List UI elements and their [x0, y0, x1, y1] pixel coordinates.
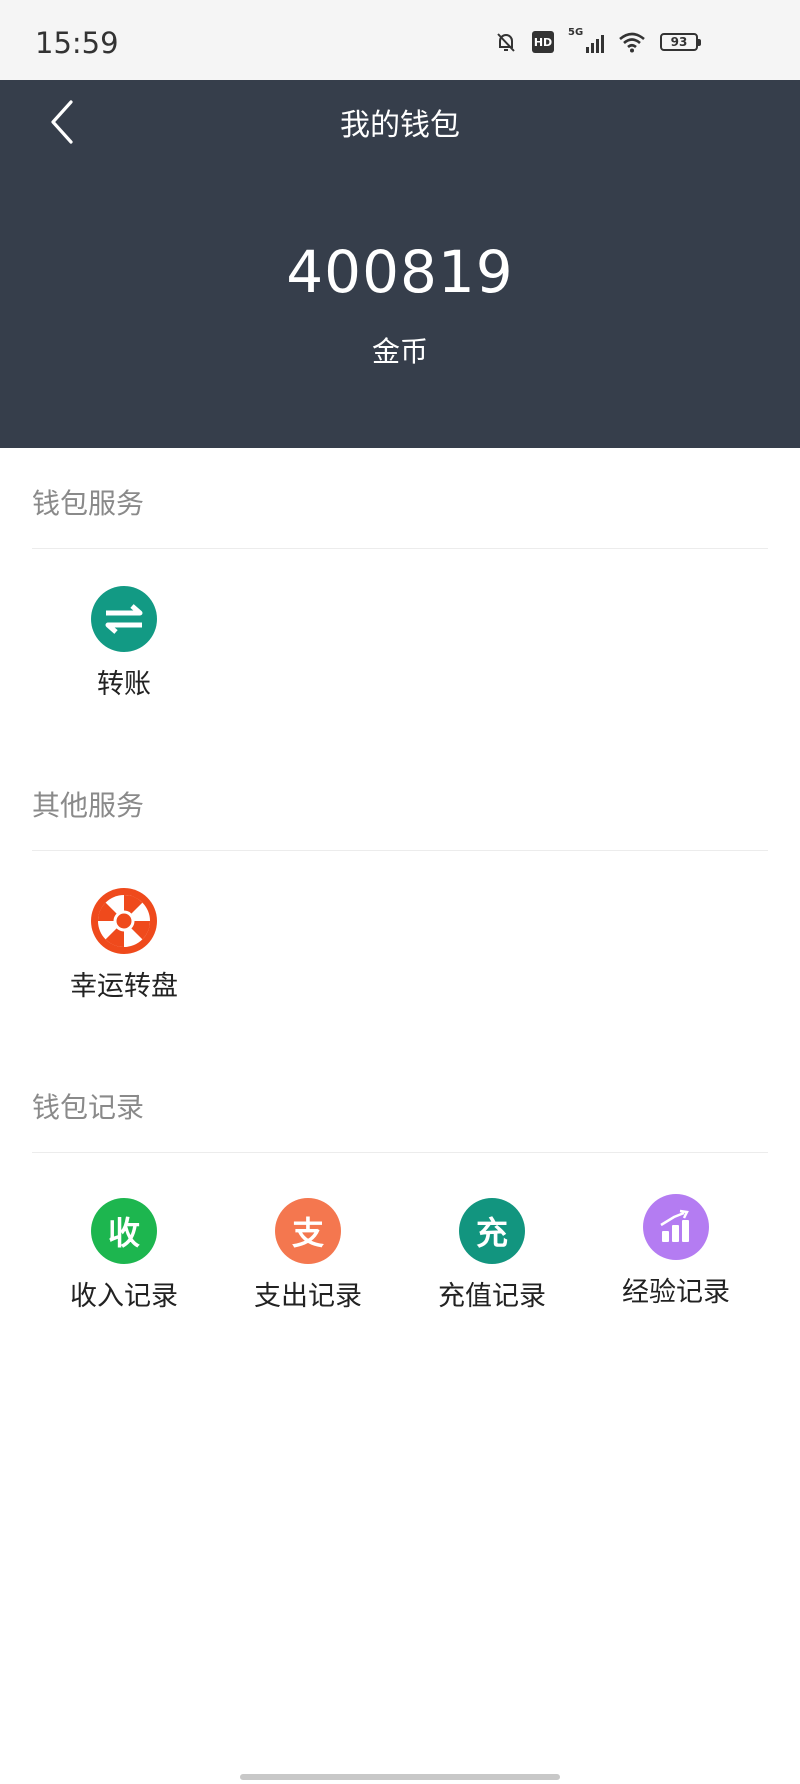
status-time: 15:59 — [35, 26, 119, 60]
divider — [32, 1152, 768, 1153]
wheel-icon — [91, 888, 157, 954]
signal-5g-icon: 5G — [568, 27, 604, 54]
expense-records-label: 支出记录 — [254, 1281, 362, 1312]
battery-level: 93 — [670, 35, 688, 49]
balance-unit: 金币 — [371, 335, 428, 368]
balance-value: 400819 — [286, 238, 514, 306]
home-indicator[interactable] — [240, 1774, 560, 1780]
section-title-wallet-services: 钱包服务 — [32, 487, 145, 520]
status-bar: 15:59 HD 5G 93 — [0, 0, 800, 80]
divider — [32, 548, 768, 549]
divider — [32, 850, 768, 851]
transfer-label: 转账 — [97, 669, 151, 700]
status-icons: HD 5G 93 — [494, 27, 701, 54]
income-records-label: 收入记录 — [70, 1281, 178, 1312]
recharge-records-label: 充值记录 — [438, 1281, 546, 1312]
bell-off-icon — [494, 30, 518, 54]
lucky-wheel-label: 幸运转盘 — [70, 971, 178, 1002]
hd-icon: HD — [532, 31, 554, 53]
battery-icon: 93 — [660, 33, 701, 51]
experience-chart-icon — [643, 1194, 709, 1260]
page-title: 我的钱包 — [340, 108, 460, 143]
expense-icon: 支 — [275, 1198, 341, 1264]
experience-records-label: 经验记录 — [622, 1277, 730, 1308]
wallet-header: 我的钱包 400819 金币 — [0, 80, 800, 448]
lucky-wheel-button[interactable]: 幸运转盘 — [32, 888, 216, 1003]
income-records-button[interactable]: 收 收入记录 — [32, 1198, 216, 1313]
income-icon: 收 — [91, 1198, 157, 1264]
section-title-wallet-records: 钱包记录 — [32, 1091, 145, 1124]
section-title-other-services: 其他服务 — [32, 789, 145, 822]
transfer-button[interactable]: 转账 — [32, 586, 216, 701]
experience-records-button[interactable]: 经验记录 — [584, 1194, 768, 1309]
wallet-page: 15:59 HD 5G 93 我的钱包 400819 金币 钱包服务 转账 其他… — [0, 0, 800, 1784]
recharge-records-button[interactable]: 充 充值记录 — [400, 1198, 584, 1313]
wifi-icon — [618, 31, 646, 53]
network-label: 5G — [568, 27, 584, 38]
transfer-icon — [91, 586, 157, 652]
recharge-icon: 充 — [459, 1198, 525, 1264]
expense-records-button[interactable]: 支 支出记录 — [216, 1198, 400, 1313]
